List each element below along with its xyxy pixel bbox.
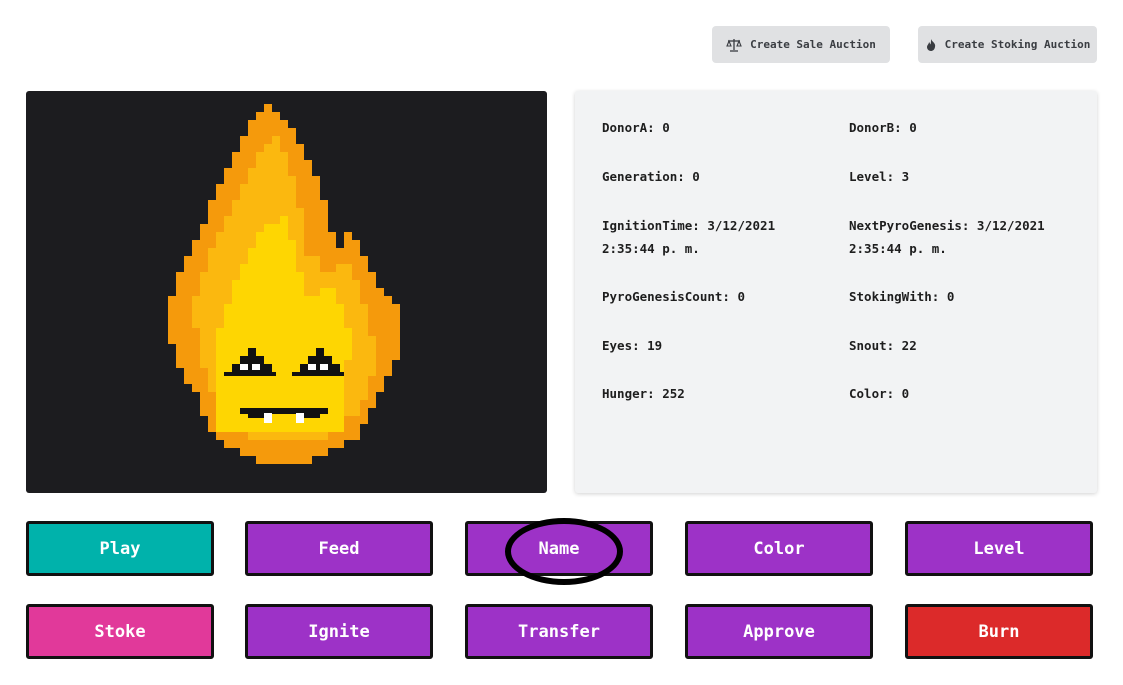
stat-eyes: Eyes: 19 [602,338,663,353]
burn-button[interactable]: Burn [905,604,1093,659]
approve-button[interactable]: Approve [685,604,873,659]
flame-character-image [168,104,400,464]
ignite-button[interactable]: Ignite [245,604,433,659]
stat-pyrogenesis-count: PyroGenesisCount: 0 [602,289,745,304]
create-stoking-auction-label: Create Stoking Auction [944,38,1091,51]
create-sale-auction-label: Create Sale Auction [750,38,876,51]
level-button[interactable]: Level [905,521,1093,576]
color-button[interactable]: Color [685,521,873,576]
scale-icon [726,38,742,52]
stat-donor-b: DonorB: 0 [849,120,917,135]
stat-ignition-time: IgnitionTime: 3/12/2021 2:35:44 p. m. [602,218,776,256]
flame-stats-panel: DonorA: 0 DonorB: 0 Generation: 0 Level:… [575,91,1097,493]
create-sale-auction-button[interactable]: Create Sale Auction [712,26,890,63]
stat-color: Color: 0 [849,386,910,401]
stat-hunger: Hunger: 252 [602,386,685,401]
flame-character-art [26,91,547,493]
stoke-button[interactable]: Stoke [26,604,214,659]
stat-level: Level: 3 [849,169,910,184]
name-button[interactable]: Name [465,521,653,576]
stat-stoking-with: StokingWith: 0 [849,289,955,304]
create-stoking-auction-button[interactable]: Create Stoking Auction [918,26,1097,63]
transfer-button[interactable]: Transfer [465,604,653,659]
flame-icon [925,38,937,52]
stat-generation: Generation: 0 [602,169,700,184]
stat-snout: Snout: 22 [849,338,917,353]
stat-next-pyrogenesis: NextPyroGenesis: 3/12/2021 2:35:44 p. m. [849,218,1045,256]
stat-donor-a: DonorA: 0 [602,120,670,135]
feed-button[interactable]: Feed [245,521,433,576]
play-button[interactable]: Play [26,521,214,576]
